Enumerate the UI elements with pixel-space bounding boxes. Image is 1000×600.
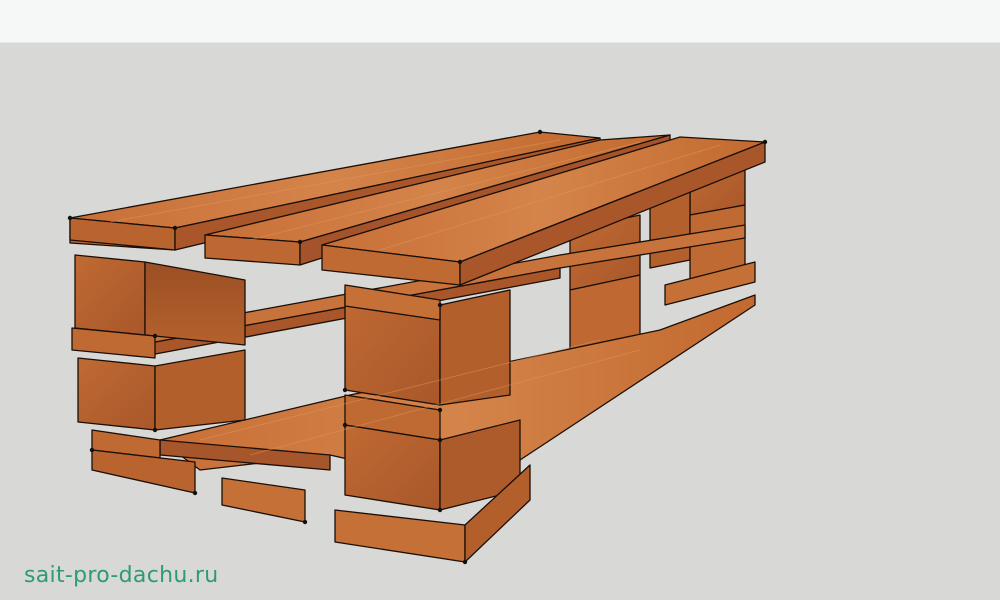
pallet-bench-model — [67, 129, 768, 565]
front-column — [334, 289, 531, 563]
site-watermark: sait-pro-dachu.ru — [24, 563, 219, 588]
left-end — [69, 217, 306, 523]
